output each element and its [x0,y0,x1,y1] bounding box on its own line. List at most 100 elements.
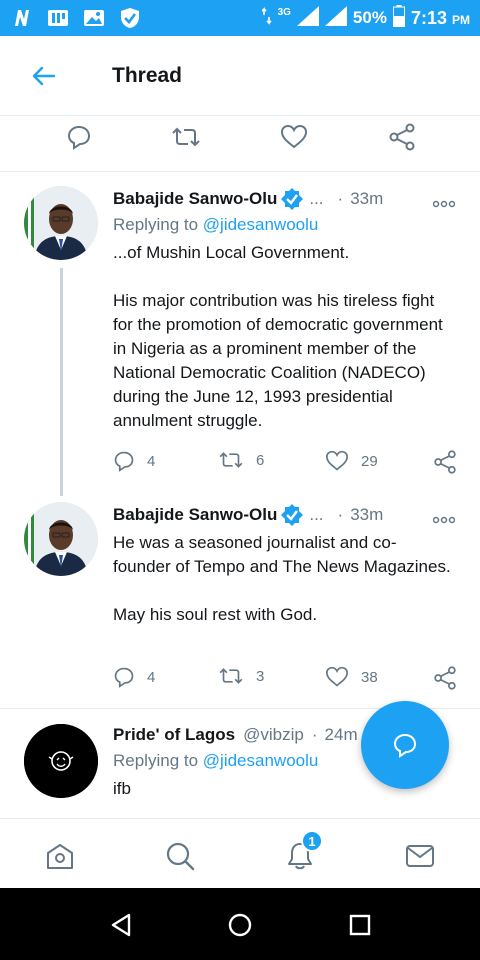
system-recents-button[interactable] [345,910,375,940]
share-action[interactable] [433,450,469,474]
reply-icon [114,667,134,688]
system-back-button[interactable] [106,910,136,940]
separator-dot: · [337,189,344,208]
clock-time: 7:13 [410,7,447,28]
tweet[interactable]: Babajide Sanwo-Olu ... · 33m He was a se… [0,502,480,702]
share-icon [434,666,456,690]
like-icon [325,666,349,687]
tweet-time: 24m [324,725,358,744]
messages-tab[interactable] [403,839,437,873]
replying-to-link[interactable]: @jidesanwoolu [203,215,319,234]
mail-icon [406,845,434,867]
tweet-text: ...of Mushin Local Government. His major… [113,241,453,433]
notifications-tab[interactable]: 1 [283,830,323,873]
share-icon[interactable] [387,122,417,152]
tweet-actions: 4 6 29 [113,450,458,476]
network-type: 3G [277,6,291,18]
like-action[interactable]: 38 [325,666,378,688]
search-icon [166,842,195,871]
avatar[interactable] [24,186,98,260]
author-handle: ... [309,189,324,208]
more-options-icon[interactable] [432,511,456,524]
tweet-paragraph: ...of Mushin Local Government. [113,243,350,262]
verified-badge-icon [281,504,304,526]
like-icon[interactable] [279,122,309,152]
retweet-action[interactable]: 3 [218,666,264,686]
shield-check-icon [118,7,142,29]
tweet-paragraph: He was a seasoned journalist and co-foun… [113,533,451,576]
replying-to-link[interactable]: @jidesanwoolu [203,751,319,770]
notification-badge: 1 [301,830,323,852]
tweet-header: Babajide Sanwo-Olu ... · 33m [113,502,460,528]
like-count: 29 [361,452,378,470]
signal-icon-2 [324,5,347,31]
tweet[interactable]: Babajide Sanwo-Olu ... · 33m Replying to… [0,186,480,486]
gallery-icon [82,7,106,29]
system-home-button[interactable] [225,910,255,940]
reply-count: 4 [147,452,156,470]
retweet-icon [219,668,243,684]
battery-icon [392,4,405,32]
reply-icon[interactable] [64,122,94,152]
tweet-text: He was a seasoned journalist and co-foun… [113,531,453,627]
system-navigation-bar [0,888,480,960]
avatar[interactable] [24,502,98,576]
reply-bubble-icon [393,733,417,758]
search-tab[interactable] [163,839,197,873]
reply-action[interactable]: 4 [113,450,155,472]
square-recents-icon [349,914,371,936]
replying-to: Replying to @jidesanwoolu [113,215,318,235]
share-icon [434,450,456,474]
reply-count: 4 [147,668,156,686]
bottom-nav: 1 [0,818,480,888]
more-options-icon[interactable] [432,195,456,208]
clock-ampm: PM [452,12,470,27]
separator-dot: · [337,505,344,524]
tweet-paragraph: His major contribution was his tireless … [113,291,443,430]
tweet-actions: 4 3 38 [113,666,458,692]
retweet-icon[interactable] [171,122,201,152]
like-icon [325,450,349,471]
data-arrows-icon [261,6,272,30]
retweet-icon [219,452,243,468]
back-arrow-icon [32,66,56,85]
tweet-header: Babajide Sanwo-Olu ... · 33m [113,186,460,212]
battery-percent: 50% [352,8,387,27]
avatar[interactable] [24,724,98,798]
p-app-icon [46,7,70,29]
previous-tweet-actions [0,116,480,172]
triangle-back-icon [111,913,131,937]
tweet-time: 33m [350,505,384,524]
compose-reply-button[interactable] [361,701,449,789]
retweet-count: 6 [256,451,265,469]
author-handle: ... [309,505,324,524]
signal-icon [296,5,319,31]
home-tab[interactable] [43,839,77,873]
status-bar: 3G 50% 7:13 PM [0,0,480,36]
tweet-time: 33m [350,189,384,208]
tweet-paragraph: May his soul rest with God. [113,605,318,624]
like-count: 38 [361,668,378,686]
replying-to: Replying to @jidesanwoolu [113,751,318,771]
reply-action[interactable]: 4 [113,666,155,688]
clock: 7:13 PM [411,8,470,29]
share-action[interactable] [433,666,469,690]
reply-icon [114,451,134,472]
app-header: Thread [0,36,480,116]
page-title: Thread [112,63,183,87]
verified-badge-icon [281,188,304,210]
like-action[interactable]: 29 [325,450,378,472]
home-icon [47,844,73,869]
retweet-action[interactable]: 6 [218,450,264,470]
author-handle: @vibzip [243,725,304,744]
author-name[interactable]: Babajide Sanwo-Olu [113,505,277,525]
n-app-icon [10,7,34,29]
replying-to-label: Replying to [113,215,203,234]
author-name[interactable]: Pride' of Lagos [113,725,235,745]
replying-to-label: Replying to [113,751,203,770]
author-name[interactable]: Babajide Sanwo-Olu [113,189,277,209]
retweet-count: 3 [256,667,265,685]
separator-dot: · [311,725,318,744]
circle-home-icon [228,913,252,937]
back-button[interactable] [22,54,66,98]
